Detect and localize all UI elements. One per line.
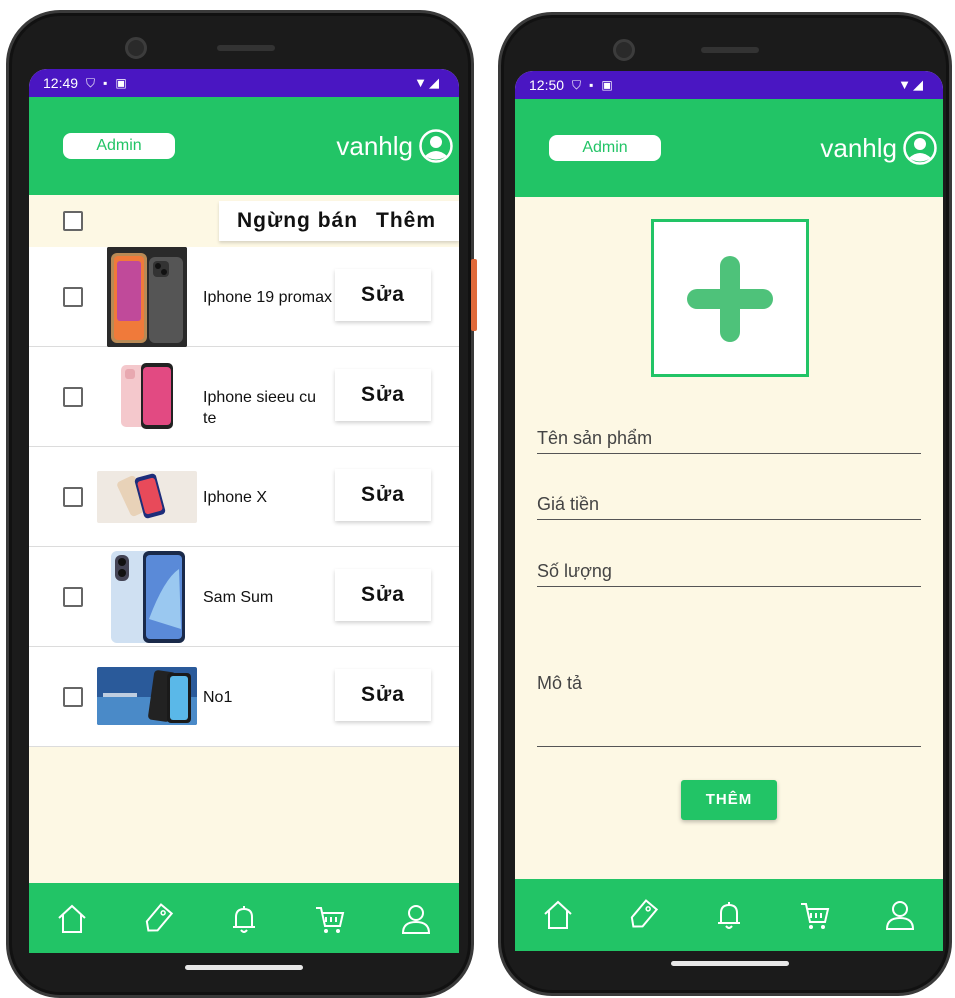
product-row: Sam Sum Sửa (29, 547, 459, 647)
status-bar: 12:50 ⛉ ▪ ▣ ▼◢ (515, 71, 943, 99)
product-image (119, 361, 177, 433)
home-icon[interactable] (541, 898, 575, 932)
stop-selling-button[interactable]: Ngừng bán (237, 209, 358, 233)
signal-battery-icon: ▼◢ (414, 75, 441, 90)
sd-card-status-icon: ▪ (103, 76, 108, 90)
shield-status-icon: ⛉ (86, 75, 96, 90)
plus-icon (687, 256, 773, 342)
profile-icon[interactable] (399, 902, 433, 936)
app-header: Admin vanhlg (515, 99, 943, 197)
app-header: Admin vanhlg (29, 97, 459, 195)
add-product-screen: 12:50 ⛉ ▪ ▣ ▼◢ Admin vanhlg Tên sản phẩm… (515, 71, 943, 951)
product-list-screen: 12:49 ⛉ ▪ ▣ ▼◢ Admin vanhlg Ngừng bán Th… (29, 69, 459, 953)
sale-tag-icon[interactable] (141, 902, 175, 936)
user-account[interactable]: vanhlg (336, 129, 453, 163)
home-indicator (671, 961, 789, 966)
shield-status-icon: ⛉ (572, 77, 582, 92)
username: vanhlg (336, 130, 413, 161)
product-image (107, 247, 187, 347)
sale-tag-icon[interactable] (626, 898, 660, 932)
product-row: Iphone X Sửa (29, 447, 459, 547)
edit-button[interactable]: Sửa (335, 669, 431, 721)
product-list: Iphone 19 promax Sửa Iphone sieeu cu te … (29, 247, 459, 747)
select-all-checkbox[interactable] (63, 211, 83, 231)
sd-card-status-icon: ▪ (589, 78, 594, 92)
status-time: 12:49 (43, 75, 79, 91)
user-avatar-icon (419, 129, 453, 163)
product-checkbox[interactable] (63, 587, 83, 607)
product-image (109, 549, 187, 645)
product-checkbox[interactable] (63, 487, 83, 507)
bell-icon[interactable] (227, 902, 261, 936)
status-time: 12:50 (529, 77, 565, 93)
earpiece-speaker (217, 45, 275, 51)
bottom-navigation (29, 883, 459, 953)
product-row: Iphone 19 promax Sửa (29, 247, 459, 347)
side-button (471, 259, 477, 331)
product-row: Iphone sieeu cu te Sửa (29, 347, 459, 447)
role-badge[interactable]: Admin (549, 135, 661, 161)
product-name: Iphone X (203, 489, 268, 506)
status-bar: 12:49 ⛉ ▪ ▣ ▼◢ (29, 69, 459, 97)
product-checkbox[interactable] (63, 287, 83, 307)
bottom-navigation (515, 879, 943, 951)
phone-frame-left: 12:49 ⛉ ▪ ▣ ▼◢ Admin vanhlg Ngừng bán Th… (6, 10, 477, 998)
user-avatar-icon (903, 131, 937, 165)
edit-button[interactable]: Sửa (335, 269, 431, 321)
product-image (97, 667, 197, 725)
product-name-field[interactable]: Tên sản phẩm (537, 428, 921, 454)
product-name: Sam Sum (203, 589, 274, 606)
product-image (97, 471, 197, 523)
cart-icon[interactable] (313, 902, 347, 936)
image-status-icon: ▣ (115, 76, 127, 90)
submit-add-button[interactable]: THÊM (681, 780, 777, 820)
signal-battery-icon: ▼◢ (898, 77, 925, 92)
bell-icon[interactable] (712, 898, 746, 932)
role-badge[interactable]: Admin (63, 133, 175, 159)
product-name: Iphone sieeu cu te (203, 389, 316, 427)
list-toolbar: Ngừng bán Thêm (29, 195, 459, 247)
price-field[interactable]: Giá tiền (537, 494, 921, 520)
edit-button[interactable]: Sửa (335, 369, 431, 421)
front-camera (613, 39, 635, 61)
phone-frame-right: 12:50 ⛉ ▪ ▣ ▼◢ Admin vanhlg Tên sản phẩm… (498, 12, 952, 996)
front-camera (125, 37, 147, 59)
product-image-picker[interactable] (651, 219, 809, 377)
description-field[interactable]: Mô tả (537, 673, 921, 747)
product-row: No1 Sửa (29, 647, 459, 747)
product-name: No1 (203, 689, 233, 706)
bulk-actions: Ngừng bán Thêm (219, 201, 459, 241)
home-indicator (185, 965, 303, 970)
edit-button[interactable]: Sửa (335, 569, 431, 621)
user-account[interactable]: vanhlg (820, 131, 937, 165)
image-status-icon: ▣ (601, 78, 613, 92)
home-icon[interactable] (55, 902, 89, 936)
cart-icon[interactable] (798, 898, 832, 932)
quantity-field[interactable]: Số lượng (537, 561, 921, 587)
add-product-button[interactable]: Thêm (376, 209, 436, 233)
product-checkbox[interactable] (63, 687, 83, 707)
username: vanhlg (820, 132, 897, 163)
profile-icon[interactable] (883, 898, 917, 932)
earpiece-speaker (701, 47, 759, 53)
product-checkbox[interactable] (63, 387, 83, 407)
product-name: Iphone 19 promax (203, 289, 332, 306)
edit-button[interactable]: Sửa (335, 469, 431, 521)
